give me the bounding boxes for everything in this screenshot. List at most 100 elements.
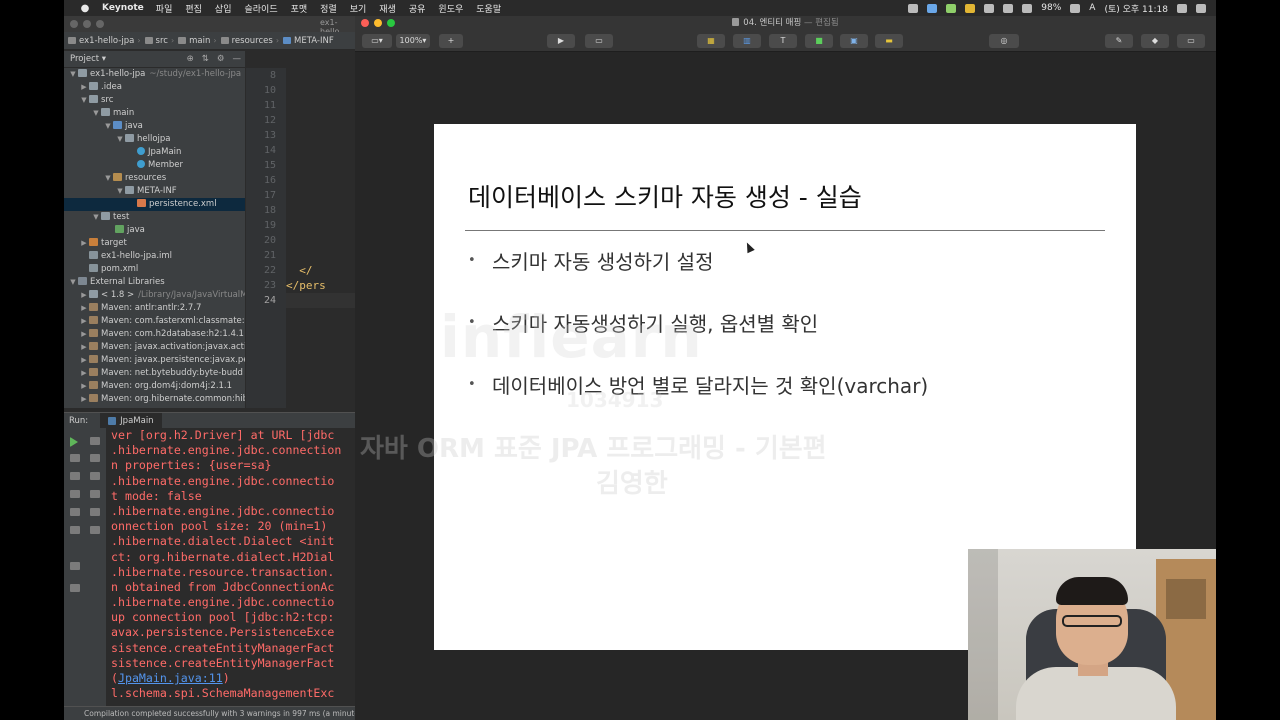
browser-icon[interactable] <box>927 3 938 13</box>
tree-item[interactable]: Member <box>64 159 245 172</box>
table-button[interactable]: ▦ <box>697 34 725 48</box>
bullet-item[interactable]: • 스키마 자동 생성하기 설정 <box>468 246 713 275</box>
tree-item[interactable]: ▶ target <box>64 237 245 250</box>
media-icon[interactable] <box>908 3 919 13</box>
collaborate-button[interactable]: ◎ <box>989 34 1019 48</box>
view-button[interactable]: ▭▾ <box>362 34 392 48</box>
input-source[interactable]: A <box>1089 3 1095 13</box>
tree-item-selected[interactable]: persistence.xml <box>64 198 245 211</box>
breadcrumb-resources[interactable]: resources <box>217 36 276 46</box>
tree-item[interactable]: ▶ Maven: net.bytebuddy:byte-budd <box>64 367 245 380</box>
collapse-icon[interactable]: ⇅ <box>202 54 209 64</box>
tree-item[interactable]: ▼ java <box>64 120 245 133</box>
menu-slide[interactable]: 슬라이드 <box>244 2 277 15</box>
pin-icon[interactable] <box>70 584 80 592</box>
zoom-icon[interactable] <box>96 20 104 28</box>
tree-item[interactable]: java <box>64 224 245 237</box>
document-button[interactable]: ▭ <box>1177 34 1205 48</box>
tree-item[interactable]: ▶ Maven: org.dom4j:dom4j:2.1.1 <box>64 380 245 393</box>
notification-icon[interactable] <box>1196 3 1206 13</box>
tree-item[interactable]: ▼ test <box>64 211 245 224</box>
wifi-icon[interactable] <box>1003 3 1014 13</box>
menu-file[interactable]: 파일 <box>156 2 173 15</box>
tree-item[interactable]: ▶ Maven: org.hibernate.common:hib <box>64 393 245 406</box>
menu-play[interactable]: 재생 <box>379 2 396 15</box>
clock[interactable]: (토) 오후 11:18 <box>1104 2 1168 15</box>
tree-item[interactable]: ▶ Maven: com.h2database:h2:1.4.1 <box>64 328 245 341</box>
add-slide-button[interactable]: + <box>439 34 463 48</box>
spotlight-icon[interactable] <box>1177 3 1187 13</box>
zoom-icon[interactable] <box>387 19 395 27</box>
menu-view[interactable]: 보기 <box>350 2 367 15</box>
trash-icon[interactable] <box>90 526 100 534</box>
menu-format[interactable]: 포맷 <box>291 2 308 15</box>
tree-item[interactable]: ex1-hello-jpa.iml <box>64 250 245 263</box>
tree-item[interactable]: JpaMain <box>64 146 245 159</box>
exit-icon[interactable] <box>70 526 80 534</box>
keynote-live-button[interactable]: ▭ <box>585 34 613 48</box>
tree-item[interactable]: pom.xml <box>64 263 245 276</box>
console-output[interactable]: ver [org.h2.Driver] at URL [jdbc .hibern… <box>106 428 355 706</box>
menu-window[interactable]: 윈도우 <box>438 2 463 15</box>
stacktrace-link[interactable]: JpaMain.java:11 <box>118 671 223 685</box>
code-editor[interactable]: </ </pers <box>286 68 355 408</box>
scroll-end-icon[interactable] <box>90 490 100 498</box>
app-menu[interactable]: Keynote <box>102 3 144 13</box>
menu-arrange[interactable]: 정렬 <box>320 2 337 15</box>
comment-button[interactable]: ▬ <box>875 34 903 48</box>
pause-icon[interactable] <box>70 472 80 480</box>
breadcrumb-main[interactable]: main <box>174 36 213 46</box>
apple-menu-icon[interactable]: ● <box>78 3 92 14</box>
breadcrumb-src[interactable]: src <box>141 36 171 46</box>
close-icon[interactable] <box>361 19 369 27</box>
cloud-icon[interactable] <box>984 3 995 13</box>
camera-icon[interactable] <box>70 490 80 498</box>
rerun-icon[interactable] <box>70 437 78 447</box>
menu-edit[interactable]: 편집 <box>185 2 202 15</box>
hide-icon[interactable]: — <box>233 54 242 64</box>
breadcrumb-project[interactable]: ex1-hello-jpa <box>64 36 137 46</box>
menu-share[interactable]: 공유 <box>409 2 426 15</box>
tree-item[interactable]: ▶ Maven: javax.activation:javax.activ <box>64 341 245 354</box>
shape-button[interactable]: ■ <box>805 34 833 48</box>
menu-help[interactable]: 도움말 <box>476 2 501 15</box>
stop-icon[interactable] <box>70 454 80 462</box>
text-button[interactable]: T <box>769 34 797 48</box>
zoom-select[interactable]: 100%▾ <box>396 34 430 48</box>
slide-title[interactable]: 데이터베이스 스키마 자동 생성 - 실습 <box>468 178 862 214</box>
tree-item[interactable]: ▼ hellojpa <box>64 133 245 146</box>
layout-icon[interactable] <box>70 562 80 570</box>
tree-item[interactable]: ▼ META-INF <box>64 185 245 198</box>
tree-item[interactable]: ▶ Maven: antlr:antlr:2.7.7 <box>64 302 245 315</box>
breadcrumb-meta-inf[interactable]: META-INF <box>279 36 337 46</box>
print-icon[interactable] <box>90 508 100 516</box>
status-icon[interactable] <box>946 3 957 13</box>
gear-icon[interactable]: ⚙ <box>217 54 225 64</box>
tree-item[interactable]: ▶ Maven: javax.persistence:javax.pe <box>64 354 245 367</box>
media-button[interactable]: ▣ <box>840 34 868 48</box>
up-arrow-icon[interactable] <box>90 437 100 445</box>
down-arrow-icon[interactable] <box>90 454 100 462</box>
tree-item[interactable]: ▼ src <box>64 94 245 107</box>
minimize-icon[interactable] <box>374 19 382 27</box>
settings-icon[interactable] <box>70 508 80 516</box>
bookmark-icon[interactable] <box>965 3 976 13</box>
tree-item[interactable]: ▼ resources <box>64 172 245 185</box>
tree-item[interactable]: ▼ ex1-hello-jpa ~/study/ex1-hello-jpa <box>64 68 245 81</box>
format-button[interactable]: ✎ <box>1105 34 1133 48</box>
tree-item[interactable]: ▼ External Libraries <box>64 276 245 289</box>
chart-button[interactable]: ▥ <box>733 34 761 48</box>
run-tab-jpamain[interactable]: JpaMain <box>100 412 162 429</box>
battery-icon[interactable] <box>1070 3 1081 13</box>
animate-button[interactable]: ◆ <box>1141 34 1169 48</box>
tree-item[interactable]: ▶ .idea <box>64 81 245 94</box>
minimize-icon[interactable] <box>83 20 91 28</box>
volume-icon[interactable] <box>1022 3 1033 13</box>
tree-item[interactable]: ▶ Maven: com.fasterxml:classmate: <box>64 315 245 328</box>
project-view-selector[interactable]: Project ▾ <box>70 54 106 64</box>
soft-wrap-icon[interactable] <box>90 472 100 480</box>
menu-insert[interactable]: 삽입 <box>215 2 232 15</box>
battery-percent[interactable]: 98% <box>1041 3 1061 13</box>
tree-item[interactable]: ▼ main <box>64 107 245 120</box>
close-icon[interactable] <box>70 20 78 28</box>
